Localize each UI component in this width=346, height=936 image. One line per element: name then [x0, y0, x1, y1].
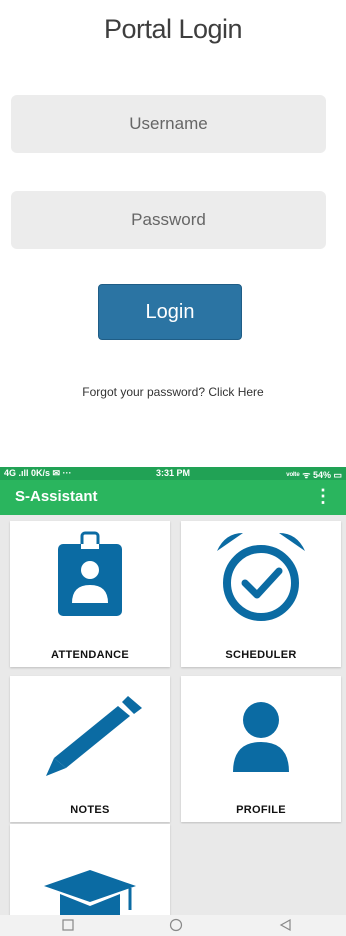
forgot-password-link[interactable]: Forgot your password? Click Here	[0, 385, 346, 399]
scheduler-tile[interactable]: SCHEDULER	[181, 521, 341, 667]
back-icon[interactable]	[276, 917, 296, 933]
app-title: S-Assistant	[15, 488, 98, 505]
scheduler-label: SCHEDULER	[225, 649, 297, 661]
pencil-icon	[46, 696, 142, 776]
username-input[interactable]	[11, 95, 326, 153]
profile-label: PROFILE	[236, 804, 286, 816]
id-badge-icon	[58, 531, 122, 616]
recent-apps-icon[interactable]	[58, 917, 78, 933]
phone-screen: 4G .ıll 0K/s ✉ ··· 3:31 PM ᵛᵒˡᵗᵉ ᯤ 54% ▭…	[0, 467, 346, 936]
app-bar: S-Assistant ⋮	[0, 480, 346, 515]
person-icon	[233, 702, 289, 772]
page-title: Portal Login	[103, 14, 243, 44]
profile-tile[interactable]: PROFILE	[181, 676, 341, 822]
attendance-tile[interactable]: ATTENDANCE	[10, 521, 170, 667]
login-button[interactable]: Login	[98, 284, 242, 340]
status-bar: 4G .ıll 0K/s ✉ ··· 3:31 PM ᵛᵒˡᵗᵉ ᯤ 54% ▭	[0, 467, 346, 480]
alarm-clock-check-icon	[217, 533, 305, 621]
password-input[interactable]	[11, 191, 326, 249]
attendance-label: ATTENDANCE	[51, 649, 129, 661]
overflow-menu-icon[interactable]: ⋮	[314, 486, 332, 506]
system-nav-bar	[0, 915, 346, 936]
login-panel: Portal Login Login Forgot your password?…	[0, 0, 346, 455]
notes-label: NOTES	[70, 804, 110, 816]
home-icon[interactable]	[166, 917, 186, 933]
notes-tile[interactable]: NOTES	[10, 676, 170, 822]
